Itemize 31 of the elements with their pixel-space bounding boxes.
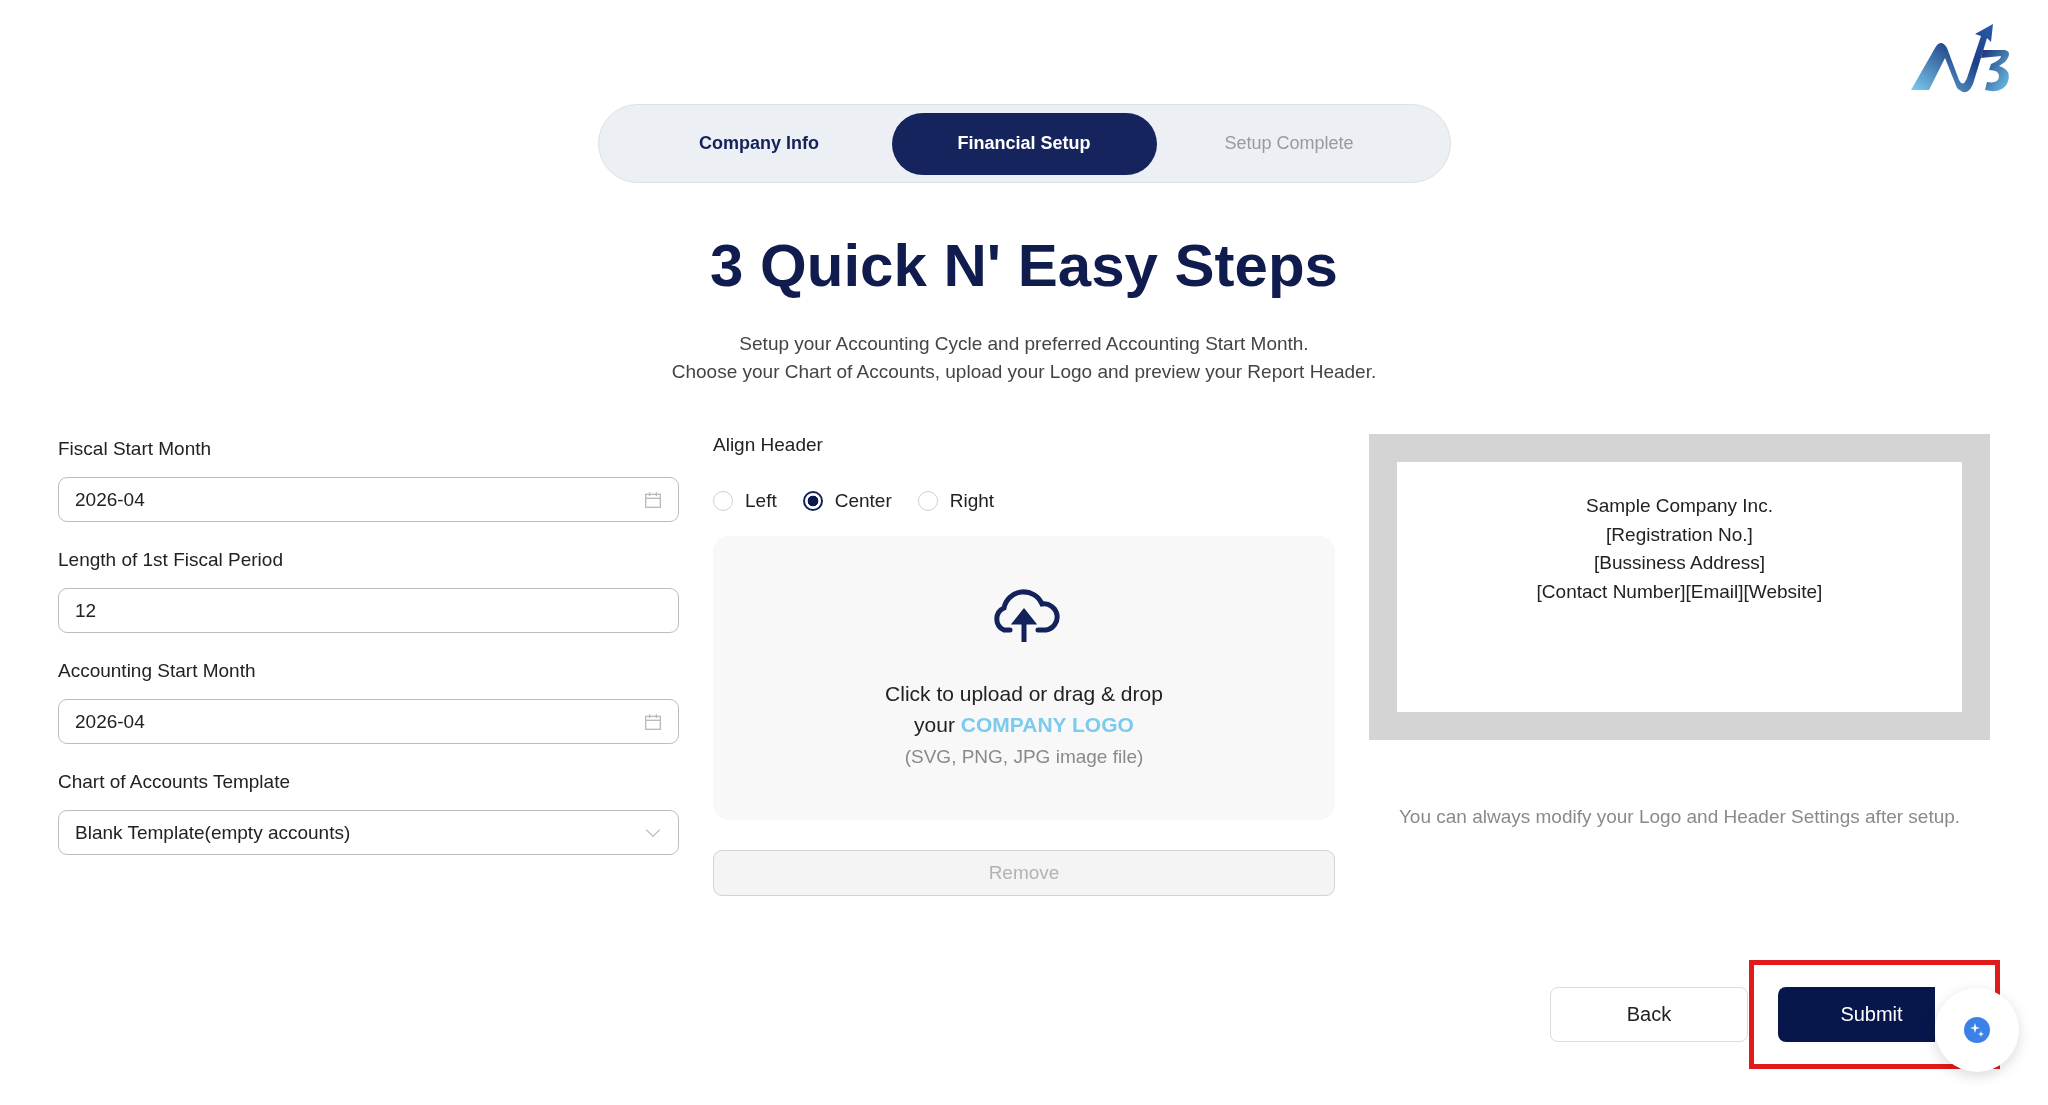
field-label: Chart of Accounts Template — [58, 771, 291, 793]
preview-line: Sample Company Inc. — [1586, 494, 1773, 518]
upload-dropzone[interactable]: Click to upload or drag & drop your COMPANY LOGO (SVG, PNG, JPG image file) — [713, 536, 1335, 820]
assistant-button[interactable] — [1935, 988, 2019, 1072]
field-label: Accounting Start Month — [58, 660, 257, 682]
info-note: You can always modify your Logo and Header Settings after setup. — [1397, 806, 1962, 828]
subtitle-text: Setup your Accounting Cycle and preferred Accounting Start Month. — [738, 332, 1310, 356]
submit-button[interactable]: Submit — [1778, 987, 1935, 1042]
calendar-icon — [644, 490, 662, 509]
template-dropdown[interactable]: Blank Template(empty accounts) — [58, 810, 679, 855]
subtitle-text: Choose your Chart of Accounts, upload your Logo and preview your Report Header. — [670, 360, 1378, 384]
upload-prompt: Click to upload or drag & drop your COMPANY LOGO — [884, 681, 1164, 738]
radio-option[interactable]: Center — [802, 490, 892, 512]
preview-line: [Contact Number][Email][Website] — [1536, 579, 1823, 604]
preview-line: [Registration No.] — [1606, 522, 1753, 547]
back-button[interactable]: Back — [1550, 987, 1748, 1042]
preview-line: [Bussiness Address] — [1593, 551, 1766, 575]
upload-hint: (SVG, PNG, JPG image file) — [904, 746, 1144, 768]
calendar-icon — [644, 712, 662, 731]
month-field[interactable]: 2026-04 — [58, 477, 679, 522]
field-label: Fiscal Start Month — [58, 438, 213, 460]
page-title: 3 Quick N' Easy Steps — [709, 231, 1339, 300]
field-label: Length of 1st Fiscal Period — [58, 549, 284, 571]
field-label: Align Header — [713, 434, 824, 456]
input-field[interactable]: 12 — [58, 588, 679, 633]
step-tab[interactable]: Company Info — [626, 112, 892, 175]
sparkle-icon — [1962, 1015, 1992, 1045]
step-tab[interactable]: Financial Setup — [891, 112, 1157, 175]
radio-option[interactable]: Left — [713, 490, 777, 512]
radio-option[interactable]: Right — [917, 490, 995, 512]
month-field[interactable]: 2026-04 — [58, 699, 679, 744]
